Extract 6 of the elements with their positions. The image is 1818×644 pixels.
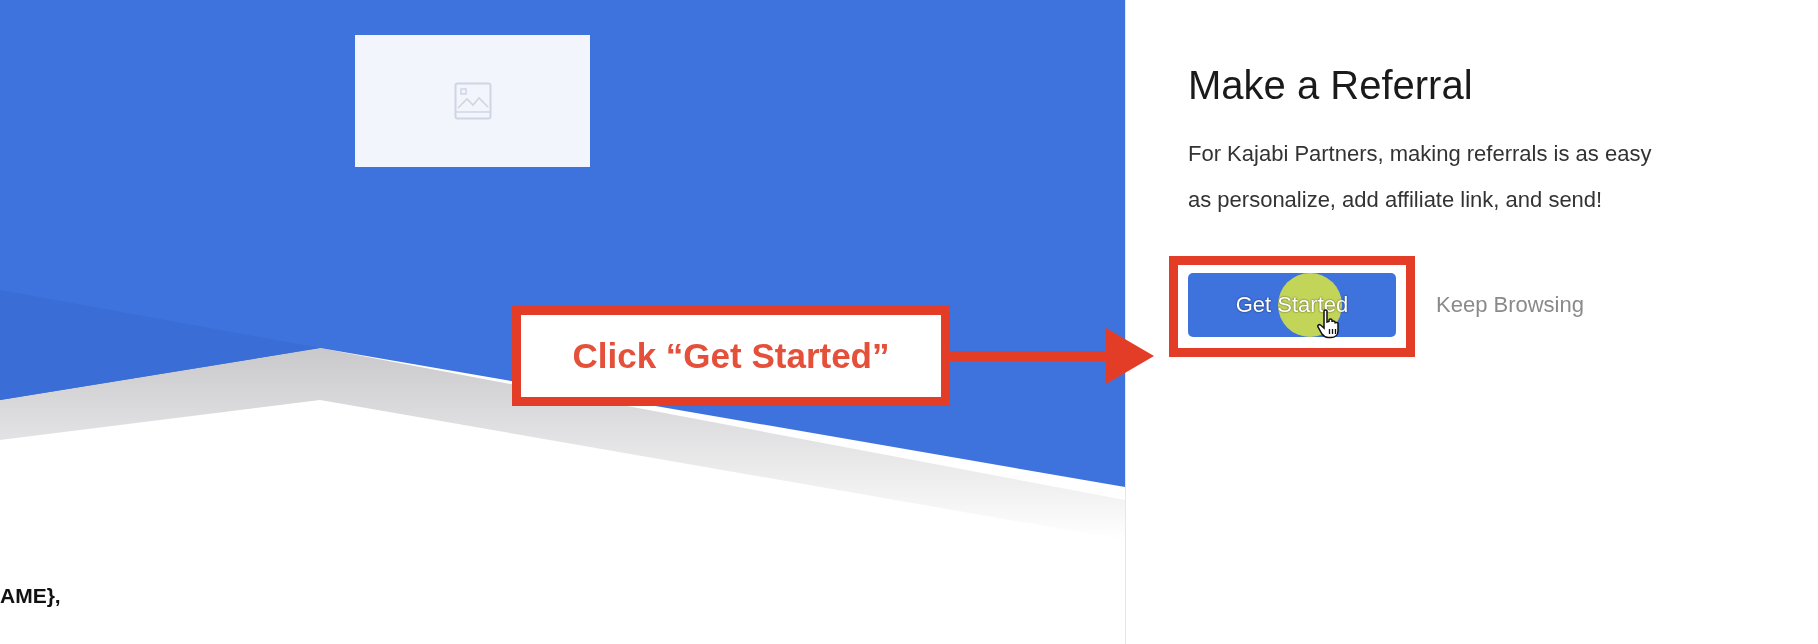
- keep-browsing-link[interactable]: Keep Browsing: [1436, 292, 1584, 318]
- image-icon: [453, 82, 492, 120]
- panel-title: Make a Referral: [1188, 62, 1474, 108]
- callout-label: Click “Get Started”: [512, 306, 950, 406]
- panel-description: For Kajabi Partners, making referrals is as easy as personalize, add affiliate link, and send!: [1188, 140, 1653, 214]
- greeting-text: AME},: [0, 584, 61, 608]
